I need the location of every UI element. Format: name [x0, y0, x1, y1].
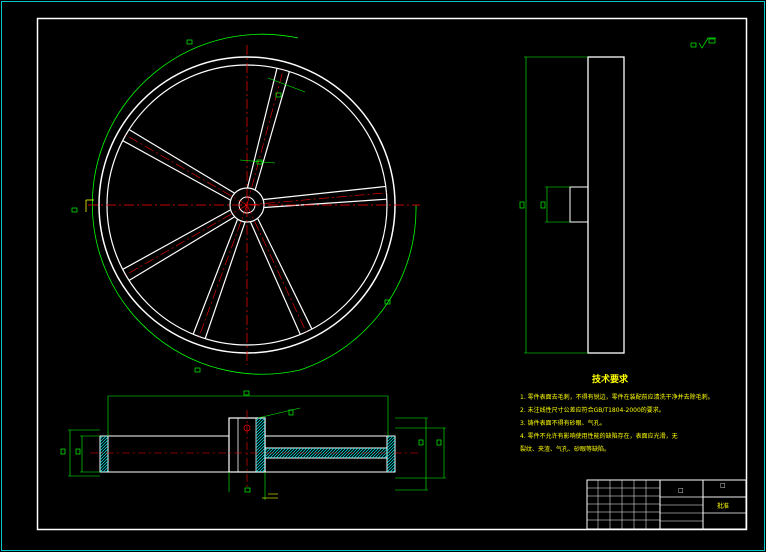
hatch-line [258, 465, 266, 473]
side-view [519, 56, 625, 354]
spoke-edge [257, 218, 313, 330]
spoke-edge [263, 185, 386, 201]
spoke-edge [122, 209, 231, 270]
tech-requirement-4: 4. 零件不允许有影响使用性能的缺陷存在，表面应光滑，无 [520, 433, 678, 440]
approval-label-cell: 批准 [717, 503, 730, 510]
spoke-centerline [198, 204, 248, 337]
drawing-code-cell: □ [720, 482, 726, 489]
spoke-edge [128, 128, 235, 194]
front-view-wheel [71, 33, 420, 375]
section-view [60, 390, 446, 500]
spoke-centerline [246, 69, 284, 206]
spoke-edge [264, 198, 388, 209]
diameter-dimension-arc [91, 33, 301, 375]
tech-requirement-3: 3. 铸件表面不得有砂眼、气孔。 [520, 420, 606, 427]
tech-requirement-5: 裂纹、夹渣、气孔、砂眼等缺陷。 [520, 446, 611, 453]
tech-requirement-2: 2. 未注线性尺寸公差应符合GB/T1804-2000的要求。 [520, 407, 665, 414]
tech-requirement-1: 1. 零件表面去毛刺，不得有锐边，零件在装配前应清洗干净并去除毛刺。 [520, 394, 714, 401]
tech-requirements-title: 技术要求 [592, 375, 629, 385]
hatch-line [99, 435, 107, 443]
spoke-centerline [125, 134, 248, 206]
hatch-line [255, 417, 263, 425]
drawing-canvas [1, 1, 765, 551]
hatch-line [102, 466, 109, 473]
spoke-edge [250, 221, 301, 335]
spoke-edge [122, 140, 231, 201]
roughness-symbol [690, 37, 716, 49]
spoke-centerline [125, 204, 248, 276]
hatch-line [386, 435, 394, 443]
spoke-edge [192, 219, 238, 335]
spoke-centerline [246, 204, 307, 333]
outer-sheet-border [1, 1, 765, 551]
spoke-edge [128, 216, 235, 282]
drawing-name-cell: □ [678, 487, 684, 494]
hatch-line [389, 466, 396, 473]
spoke-edge [204, 222, 246, 339]
